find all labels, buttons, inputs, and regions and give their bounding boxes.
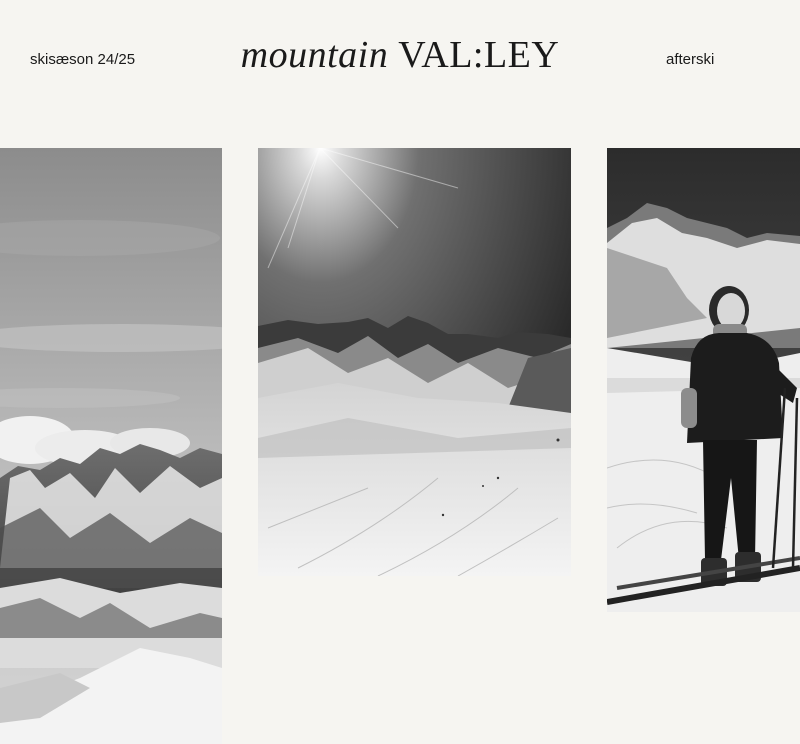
logo-word-mountain: mountain (240, 34, 389, 76)
skier-portrait-photo[interactable] (607, 148, 800, 612)
skier-portrait-image (607, 148, 800, 612)
ski-slope-sun-photo[interactable] (258, 148, 571, 576)
logo-word-valley: VAL:LEY (398, 34, 560, 76)
afterski-link[interactable]: afterski (666, 51, 714, 68)
snowy-peaks-image (0, 148, 222, 744)
snowy-peaks-photo[interactable] (0, 148, 222, 744)
ski-slope-sun-image (258, 148, 571, 576)
